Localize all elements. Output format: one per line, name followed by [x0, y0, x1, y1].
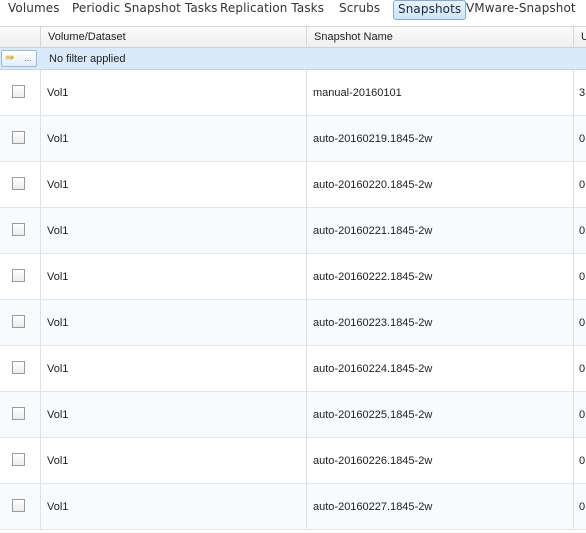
- filter-status: No filter applied: [49, 53, 126, 65]
- table-row[interactable]: Vol1 auto-20160223.1845-2w 0: [0, 300, 586, 346]
- column-header-snapshot-name[interactable]: Snapshot Name: [307, 27, 574, 48]
- column-divider: [306, 484, 307, 529]
- column-header-volume-dataset[interactable]: Volume/Dataset: [41, 27, 307, 48]
- column-divider: [40, 208, 41, 253]
- column-divider: [40, 484, 41, 529]
- column-divider: [573, 346, 574, 391]
- column-divider: [573, 116, 574, 161]
- grid-header: Volume/Dataset Snapshot Name U: [0, 26, 586, 48]
- row-checkbox[interactable]: [12, 85, 25, 98]
- cell-snapshot-name: manual-20160101: [313, 87, 402, 99]
- cell-volume: Vol1: [47, 225, 69, 237]
- column-divider: [40, 116, 41, 161]
- column-divider: [40, 300, 41, 345]
- column-divider: [40, 70, 41, 115]
- cell-snapshot-name: auto-20160227.1845-2w: [313, 501, 433, 513]
- filter-arrow-icon: ⇛: [5, 52, 15, 64]
- tab-bar: Volumes Periodic Snapshot Tasks Replicat…: [0, 0, 586, 20]
- cell-volume: Vol1: [47, 501, 69, 513]
- column-divider: [40, 346, 41, 391]
- cell-volume: Vol1: [47, 409, 69, 421]
- column-divider: [573, 300, 574, 345]
- table-row[interactable]: Vol1 auto-20160221.1845-2w 0: [0, 208, 586, 254]
- tab-replication-tasks[interactable]: Replication Tasks: [220, 0, 324, 18]
- filter-bar: ⇛ ... No filter applied: [0, 48, 586, 70]
- cell-volume: Vol1: [47, 271, 69, 283]
- tab-vmware-snapshot[interactable]: VMware-Snapshot: [466, 0, 576, 18]
- row-checkbox[interactable]: [12, 361, 25, 374]
- cell-used: 0: [579, 455, 586, 467]
- column-divider: [306, 254, 307, 299]
- cell-used: 0: [579, 501, 586, 513]
- cell-snapshot-name: auto-20160223.1845-2w: [313, 317, 433, 329]
- column-divider: [306, 438, 307, 483]
- column-divider: [306, 116, 307, 161]
- column-divider: [40, 254, 41, 299]
- cell-snapshot-name: auto-20160220.1845-2w: [313, 179, 433, 191]
- cell-used: 0: [579, 363, 586, 375]
- column-divider: [40, 162, 41, 207]
- table-row[interactable]: Vol1 auto-20160222.1845-2w 0: [0, 254, 586, 300]
- row-checkbox[interactable]: [12, 269, 25, 282]
- cell-snapshot-name: auto-20160222.1845-2w: [313, 271, 433, 283]
- column-divider: [306, 392, 307, 437]
- cell-snapshot-name: auto-20160221.1845-2w: [313, 225, 433, 237]
- cell-snapshot-name: auto-20160226.1845-2w: [313, 455, 433, 467]
- column-divider: [40, 392, 41, 437]
- column-divider: [306, 162, 307, 207]
- cell-volume: Vol1: [47, 87, 69, 99]
- cell-volume: Vol1: [47, 455, 69, 467]
- column-header-used[interactable]: U: [574, 27, 586, 48]
- table-row[interactable]: Vol1 auto-20160219.1845-2w 0: [0, 116, 586, 162]
- cell-volume: Vol1: [47, 317, 69, 329]
- table-row[interactable]: Vol1 auto-20160227.1845-2w 0: [0, 484, 586, 530]
- cell-volume: Vol1: [47, 179, 69, 191]
- row-checkbox[interactable]: [12, 315, 25, 328]
- tab-scrubs[interactable]: Scrubs: [339, 0, 380, 18]
- tab-volumes[interactable]: Volumes: [8, 0, 60, 18]
- tab-periodic-snapshot-tasks[interactable]: Periodic Snapshot Tasks: [72, 0, 218, 18]
- row-checkbox[interactable]: [12, 499, 25, 512]
- table-row[interactable]: Vol1 manual-20160101 3: [0, 70, 586, 116]
- row-checkbox[interactable]: [12, 131, 25, 144]
- row-checkbox[interactable]: [12, 453, 25, 466]
- cell-used: 0: [579, 133, 586, 145]
- cell-used: 0: [579, 225, 586, 237]
- cell-snapshot-name: auto-20160219.1845-2w: [313, 133, 433, 145]
- column-divider: [573, 162, 574, 207]
- column-divider: [306, 70, 307, 115]
- column-divider: [573, 254, 574, 299]
- filter-button[interactable]: ⇛ ...: [1, 50, 37, 67]
- cell-snapshot-name: auto-20160224.1845-2w: [313, 363, 433, 375]
- cell-used: 0: [579, 179, 586, 191]
- row-checkbox[interactable]: [12, 223, 25, 236]
- table-row[interactable]: Vol1 auto-20160220.1845-2w 0: [0, 162, 586, 208]
- cell-used: 3: [579, 87, 586, 99]
- cell-snapshot-name: auto-20160225.1845-2w: [313, 409, 433, 421]
- tab-snapshots[interactable]: Snapshots: [393, 0, 467, 20]
- cell-used: 0: [579, 409, 586, 421]
- table-row[interactable]: Vol1 auto-20160226.1845-2w 0: [0, 438, 586, 484]
- cell-volume: Vol1: [47, 363, 69, 375]
- column-divider: [573, 392, 574, 437]
- column-divider: [40, 438, 41, 483]
- column-divider: [573, 484, 574, 529]
- cell-volume: Vol1: [47, 133, 69, 145]
- cell-used: 0: [579, 271, 586, 283]
- row-checkbox[interactable]: [12, 407, 25, 420]
- column-divider: [306, 300, 307, 345]
- column-divider: [573, 208, 574, 253]
- select-column-header[interactable]: [0, 27, 41, 48]
- column-divider: [306, 346, 307, 391]
- column-divider: [573, 70, 574, 115]
- table-row[interactable]: Vol1 auto-20160224.1845-2w 0: [0, 346, 586, 392]
- cell-used: 0: [579, 317, 586, 329]
- column-divider: [573, 438, 574, 483]
- table-row[interactable]: Vol1 auto-20160225.1845-2w 0: [0, 392, 586, 438]
- column-divider: [306, 208, 307, 253]
- row-checkbox[interactable]: [12, 177, 25, 190]
